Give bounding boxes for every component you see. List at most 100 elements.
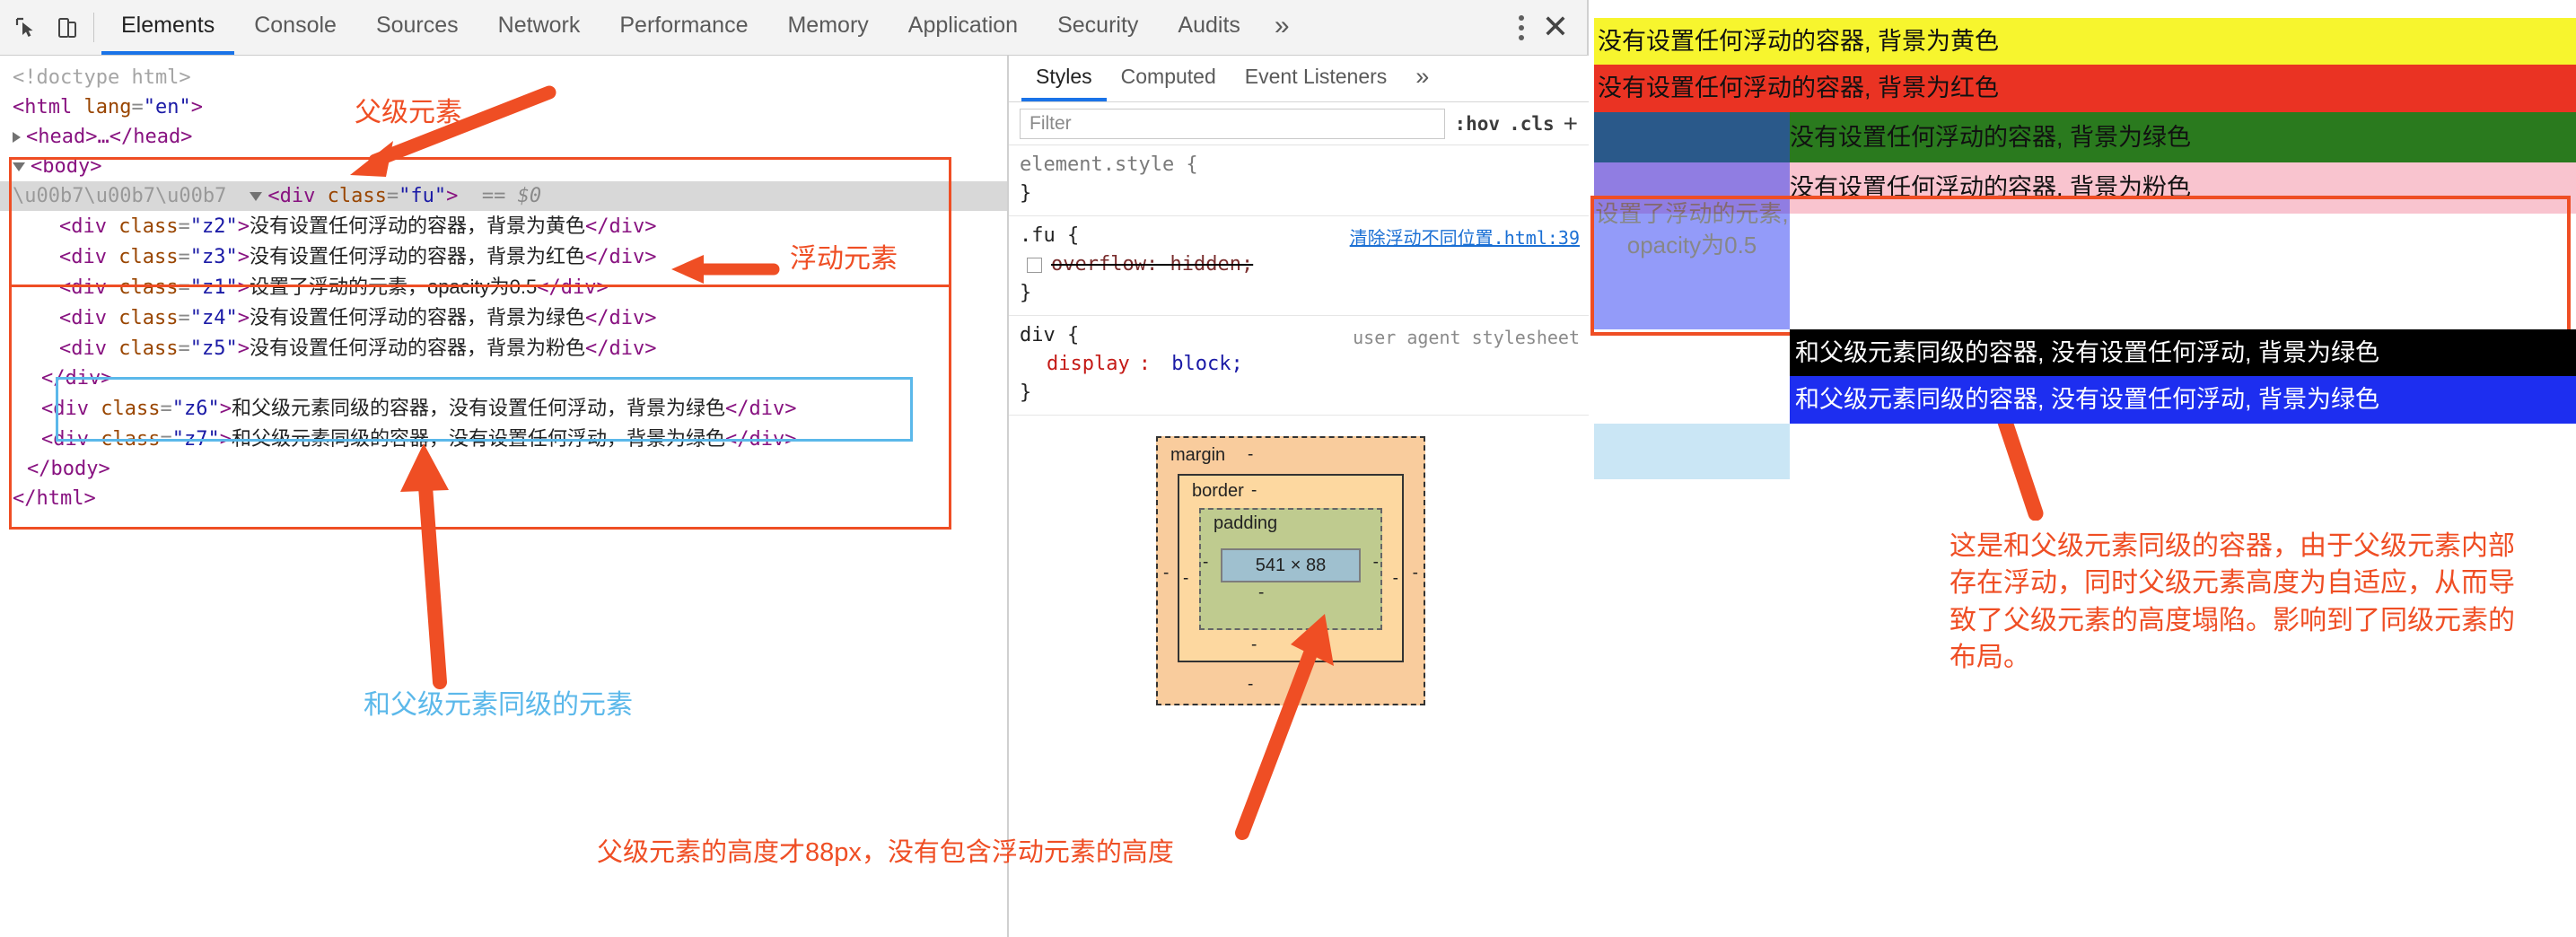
styles-rules-list: element.style { } .fu { 清除浮动不同位置.html:39… [1009,145,1589,416]
box-model-border[interactable]: border - - - - padding - - - 541 × 88 [1178,474,1404,662]
box-model-margin-right-dash[interactable]: - [1413,564,1418,583]
dom-line-z6[interactable]: <div class="z6">和父级元素同级的容器，没有设置任何浮动，背景为绿… [0,393,1007,424]
tab-computed[interactable]: Computed [1107,56,1231,101]
preview-row-z5-text: 没有设置任何浮动的容器, 背景为粉色 [1790,174,2192,202]
rule-div[interactable]: div { user agent stylesheet display: blo… [1009,316,1589,416]
tab-memory[interactable]: Memory [767,0,888,55]
styles-more-tabs-label: » [1415,63,1430,90]
cls-toggle-button[interactable]: .cls [1509,113,1555,135]
collapse-body-icon[interactable] [13,162,25,171]
box-model-border-right-dash[interactable]: - [1393,569,1398,589]
html-tag: <html [13,96,73,118]
tab-performance-label: Performance [619,13,749,38]
tab-application[interactable]: Application [889,0,1038,55]
box-model-border-bottom-dash[interactable]: - [1251,635,1257,655]
fu-attr-name: class [327,185,387,207]
preview-float-z1: 设置了浮动的元素, opacity为0.5 [1594,111,1790,329]
box-model-padding[interactable]: padding - - - 541 × 88 [1199,508,1382,630]
rule-fu[interactable]: .fu { 清除浮动不同位置.html:39 overflow: hidden;… [1009,216,1589,316]
dom-line-z4[interactable]: <div class="z4">没有设置任何浮动的容器，背景为绿色</div> [0,302,1007,333]
tab-event-listeners-label: Event Listeners [1244,65,1388,88]
z2-text: 没有设置任何浮动的容器，背景为黄色 [249,215,585,237]
tab-audits[interactable]: Audits [1158,0,1259,55]
dom-line-body-close[interactable]: </body> [0,454,1007,484]
html-attr-value: "en" [143,96,191,118]
z7-class: "z7" [171,428,220,451]
preview-row-z7-text: 和父级元素同级的容器, 没有设置任何浮动, 背景为绿色 [1795,386,2380,414]
box-model-padding-bottom-dash[interactable]: - [1258,583,1264,603]
fu-rule-origin-link[interactable]: 清除浮动不同位置.html:39 [1350,223,1580,252]
collapse-fu-icon[interactable] [250,192,263,201]
tab-event-listeners[interactable]: Event Listeners [1231,56,1402,101]
tab-elements[interactable]: Elements [101,0,235,55]
tab-network[interactable]: Network [478,0,600,55]
preview-row-z6-text: 和父级元素同级的容器, 没有设置任何浮动, 背景为绿色 [1795,338,2380,366]
box-model-diagram[interactable]: margin - - - - border - - - - padding - … [1156,436,1425,705]
tab-sources-label: Sources [375,13,459,38]
styles-more-tabs-icon[interactable]: » [1401,56,1443,101]
div-display-prop: display [1047,353,1130,375]
box-model-margin-top-dash[interactable]: - [1248,445,1253,465]
preview-row-z4-text: 没有设置任何浮动的容器, 背景为绿色 [1790,123,2192,151]
body-close-text: </body> [27,458,110,480]
dom-line-head[interactable]: <head>…</head> [0,122,1007,152]
box-model-margin-bottom-dash[interactable]: - [1248,675,1253,695]
box-model-margin-left-dash[interactable]: - [1163,564,1169,583]
tab-styles[interactable]: Styles [1021,56,1107,101]
more-tabs-label: » [1274,10,1290,40]
dom-line-z2[interactable]: <div class="z2">没有设置任何浮动的容器，背景为黄色</div> [0,211,1007,241]
z4-class: "z4" [189,307,238,329]
annotation-height-note: 父级元素的高度才88px，没有包含浮动元素的高度 [597,838,1174,867]
fu-overflow-value: hidden; [1170,253,1254,276]
tab-elements-label: Elements [121,13,215,38]
tab-styles-label: Styles [1036,65,1092,88]
fu-tag: div [279,185,316,207]
z5-text: 没有设置任何浮动的容器，背景为粉色 [249,337,585,359]
tab-sources[interactable]: Sources [356,0,478,55]
dom-line-z7[interactable]: <div class="z7">和父级元素同级的容器，没有设置任何浮动，背景为绿… [0,424,1007,454]
tab-console[interactable]: Console [234,0,356,55]
close-icon[interactable]: ✕ [1542,11,1569,44]
styles-filter-input[interactable]: Filter [1020,108,1446,139]
screenshot-root: Elements Console Sources Network Perform… [0,0,2576,937]
hov-toggle-button[interactable]: :hov [1454,113,1500,135]
box-model-padding-left-dash[interactable]: - [1203,553,1208,573]
fu-close-text: </div> [41,367,113,390]
tab-console-label: Console [254,13,337,38]
new-style-rule-button[interactable]: + [1564,110,1578,136]
z1-text: 设置了浮动的元素，opacity为0.5 [249,276,538,298]
html-close-text: </html> [13,487,96,510]
box-model-border-label: border [1192,481,1244,501]
div-rule-close: } [1020,381,1032,404]
box-model-border-top-dash[interactable]: - [1251,481,1257,501]
element-style-close: } [1020,182,1032,205]
device-toolbar-icon[interactable] [54,14,81,41]
expand-head-icon[interactable] [13,132,21,143]
kebab-menu-icon[interactable] [1518,13,1526,43]
rule-element-style[interactable]: element.style { } [1009,145,1589,216]
box-model-margin[interactable]: margin - - - - border - - - - padding - … [1156,436,1425,705]
tab-performance[interactable]: Performance [600,0,767,55]
box-model-padding-label: padding [1214,513,1278,533]
page-preview: 没有设置任何浮动的容器, 背景为黄色 没有设置任何浮动的容器, 背景为红色 设置… [1594,18,2576,937]
dom-line-fu[interactable]: \u00b7\u00b7\u00b7 <div class="fu"> == $0 [0,181,1007,211]
dom-line-fu-close[interactable]: </div> [0,363,1007,393]
preview-row-z2-text: 没有设置任何浮动的容器, 背景为黄色 [1598,28,2000,55]
dom-line-html[interactable]: <html lang="en"> [0,92,1007,122]
box-model-padding-right-dash[interactable]: - [1373,553,1379,573]
box-model-content[interactable]: 541 × 88 [1221,548,1361,582]
fu-overflow-declaration[interactable]: overflow: hidden; [1020,250,1589,279]
dom-line-body[interactable]: <body> [0,152,1007,181]
box-model-border-left-dash[interactable]: - [1183,569,1188,589]
more-tabs-icon[interactable]: » [1260,0,1304,55]
preview-row-z6: 和父级元素同级的容器, 没有设置任何浮动, 背景为绿色 [1790,328,2576,377]
declaration-checkbox[interactable] [1027,257,1042,273]
tab-security[interactable]: Security [1038,0,1158,55]
dom-tree-pane[interactable]: <!doctype html> <html lang="en"> <head>…… [0,56,1007,937]
div-display-declaration[interactable]: display: block; [1020,350,1589,379]
inspect-cursor-icon[interactable] [13,14,39,41]
tab-security-label: Security [1057,13,1139,38]
div-rule-origin: user agent stylesheet [1353,327,1580,348]
dom-line-z5[interactable]: <div class="z5">没有设置任何浮动的容器，背景为粉色</div> [0,333,1007,363]
dom-line-html-close[interactable]: </html> [0,484,1007,513]
